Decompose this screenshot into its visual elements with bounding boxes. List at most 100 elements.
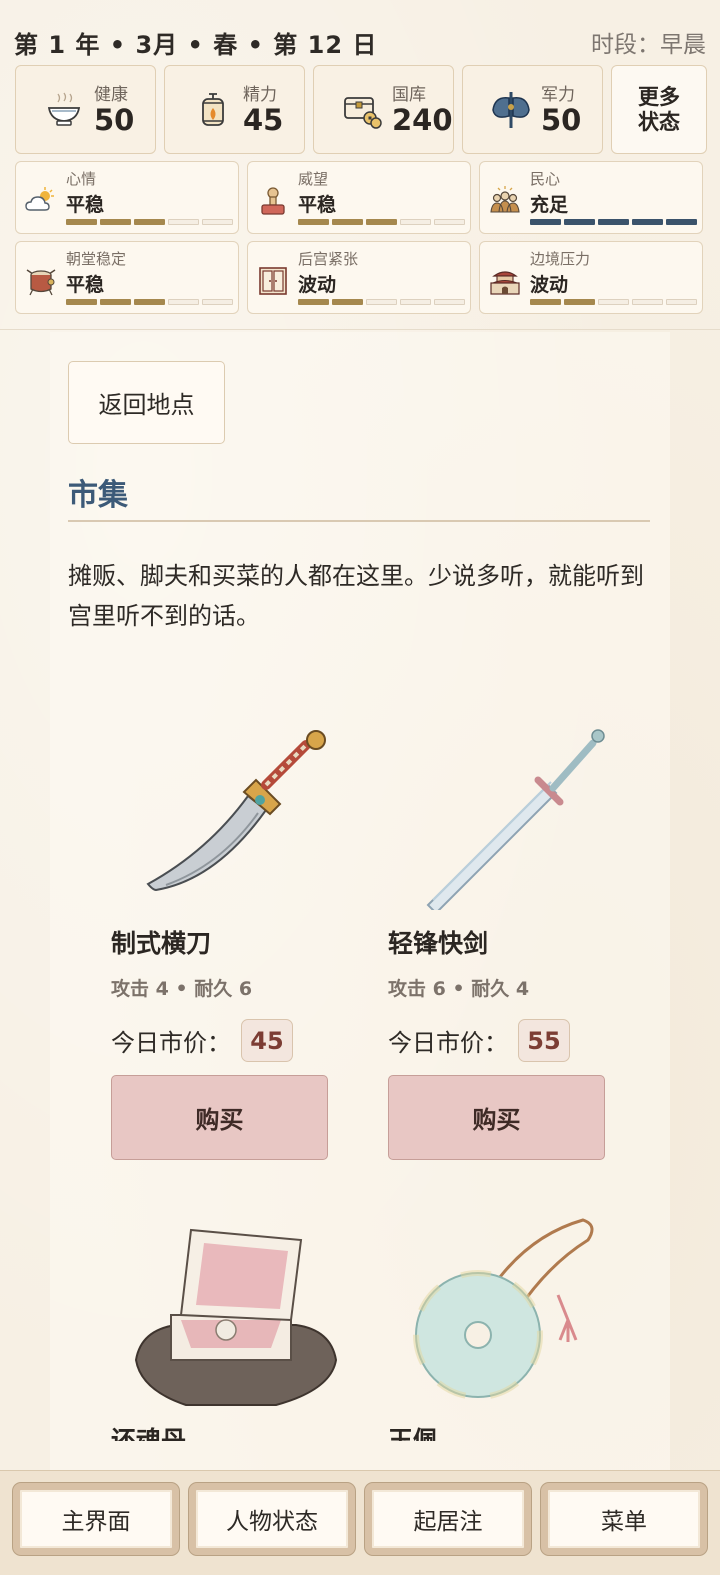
weather-icon xyxy=(24,184,58,218)
resource-energy[interactable]: 精力 45 xyxy=(164,65,305,154)
resource-label: 国库 xyxy=(392,84,426,105)
stat-bar-segment xyxy=(434,219,465,225)
stat-bar-segment xyxy=(66,219,97,225)
more-status-line2: 状态 xyxy=(638,109,680,134)
stat-level-bar xyxy=(66,299,233,305)
bowl-icon xyxy=(44,90,84,130)
stat-value: 平稳 xyxy=(66,274,105,296)
more-status-line1: 更多 xyxy=(638,84,680,109)
item-name: 还魂丹 xyxy=(111,1427,186,1441)
stat-value: 平稳 xyxy=(66,194,105,216)
treasury-chest-icon xyxy=(342,90,382,130)
title-divider xyxy=(68,520,650,522)
stat-bar-segment xyxy=(168,219,199,225)
date-bar: 第 1 年 • 3月 • 春 • 第 12 日 时段：早晨 xyxy=(14,26,706,59)
stat-harem-tension[interactable]: 后宫紧张 波动 xyxy=(247,241,471,314)
resource-label: 精力 xyxy=(243,84,277,105)
resource-value: 50 xyxy=(541,102,582,137)
return-location-button[interactable]: 返回地点 xyxy=(68,361,225,444)
sword-icon xyxy=(388,700,638,920)
time-period: 时段：早晨 xyxy=(591,32,706,58)
resource-health[interactable]: 健康 50 xyxy=(15,65,156,154)
seal-stamp-icon xyxy=(256,184,290,218)
stat-bar-segment xyxy=(530,219,561,225)
stat-prestige[interactable]: 威望 平稳 xyxy=(247,161,471,234)
stat-label: 威望 xyxy=(298,170,329,188)
saber-icon xyxy=(111,700,361,920)
stat-bar-segment xyxy=(202,219,233,225)
stat-value: 波动 xyxy=(530,274,569,296)
item-stats: 攻击 6 • 耐久 4 xyxy=(388,978,530,1000)
stat-bar-segment xyxy=(666,299,697,305)
stat-label: 后宫紧张 xyxy=(298,250,359,268)
stat-value: 波动 xyxy=(298,274,337,296)
fortress-icon xyxy=(488,264,522,298)
stat-bar-segment xyxy=(530,299,561,305)
location-title: 市集 xyxy=(68,478,128,513)
nav-main-screen[interactable]: 主界面 xyxy=(13,1483,179,1555)
stat-value: 充足 xyxy=(530,194,569,216)
stat-bar-segment xyxy=(332,299,363,305)
nav-daily-record[interactable]: 起居注 xyxy=(365,1483,531,1555)
shop-item-saber: 制式横刀 攻击 4 • 耐久 6 今日市价： 45 购买 xyxy=(111,700,361,1160)
stat-bar-segment xyxy=(134,299,165,305)
stat-public-support[interactable]: 民心 充足 xyxy=(479,161,703,234)
stat-bar-segment xyxy=(100,299,131,305)
resource-value: 240 xyxy=(392,102,453,137)
location-description: 摊贩、脚夫和买菜的人都在这里。少说多听，就能听到宫里听不到的话。 xyxy=(68,562,644,630)
item-name: 轻锋快剑 xyxy=(388,929,489,958)
game-date: 第 1 年 • 3月 • 春 • 第 12 日 xyxy=(14,30,378,59)
battle-axe-icon xyxy=(491,90,531,130)
resource-military[interactable]: 军力 50 xyxy=(462,65,603,154)
price-badge: 55 xyxy=(518,1019,570,1062)
jade-pendant-icon xyxy=(388,1205,638,1425)
stat-mood[interactable]: 心情 平稳 xyxy=(15,161,239,234)
more-status-button[interactable]: 更多 状态 xyxy=(611,65,707,154)
resource-value: 45 xyxy=(243,102,284,137)
resource-label: 健康 xyxy=(94,84,128,105)
stat-bar-segment xyxy=(666,219,697,225)
people-icon xyxy=(488,184,522,218)
item-name: 玉佩 xyxy=(388,1427,438,1441)
nav-menu[interactable]: 菜单 xyxy=(541,1483,707,1555)
item-price-row: 今日市价： 55 xyxy=(388,1019,638,1062)
bottom-nav: 主界面 人物状态 起居注 菜单 xyxy=(0,1470,720,1575)
stat-label: 心情 xyxy=(66,170,97,188)
nav-character-status[interactable]: 人物状态 xyxy=(189,1483,355,1555)
price-label: 今日市价： xyxy=(111,1029,231,1057)
palace-door-icon xyxy=(256,264,290,298)
stat-bar-segment xyxy=(134,219,165,225)
stat-grid: 心情 平稳 威望 平稳 民心 充足 朝堂稳定 平稳 后宫紧张 波动 边境压力 波… xyxy=(15,161,703,314)
stat-bar-segment xyxy=(564,219,595,225)
stat-level-bar xyxy=(298,299,465,305)
resource-row: 健康 50 精力 45 国库 240 军力 50 更多 状态 xyxy=(15,65,707,154)
status-header: 第 1 年 • 3月 • 春 • 第 12 日 时段：早晨 健康 50 精力 4… xyxy=(0,0,720,330)
stat-bar-segment xyxy=(564,299,595,305)
stat-bar-segment xyxy=(66,299,97,305)
stat-border-pressure[interactable]: 边境压力 波动 xyxy=(479,241,703,314)
shop-item-pill-box: 还魂丹 xyxy=(111,1205,361,1441)
pill-box-icon xyxy=(111,1205,361,1425)
shop-item-sword: 轻锋快剑 攻击 6 • 耐久 4 今日市价： 55 购买 xyxy=(388,700,638,1160)
stat-court-stability[interactable]: 朝堂稳定 平稳 xyxy=(15,241,239,314)
stat-bar-segment xyxy=(598,219,629,225)
stat-level-bar xyxy=(298,219,465,225)
resource-treasury[interactable]: 国库 240 xyxy=(313,65,454,154)
stat-bar-segment xyxy=(400,299,431,305)
stat-bar-segment xyxy=(434,299,465,305)
stat-level-bar xyxy=(530,219,697,225)
stat-label: 民心 xyxy=(530,170,561,188)
item-price-row: 今日市价： 45 xyxy=(111,1019,361,1062)
buy-button[interactable]: 购买 xyxy=(111,1075,328,1160)
stat-bar-segment xyxy=(598,299,629,305)
item-stats: 攻击 4 • 耐久 6 xyxy=(111,978,253,1000)
stat-bar-segment xyxy=(168,299,199,305)
stat-label: 朝堂稳定 xyxy=(66,250,127,268)
stat-bar-segment xyxy=(298,299,329,305)
buy-button[interactable]: 购买 xyxy=(388,1075,605,1160)
stat-bar-segment xyxy=(298,219,329,225)
price-label: 今日市价： xyxy=(388,1029,508,1057)
resource-value: 50 xyxy=(94,102,135,137)
resource-label: 军力 xyxy=(541,84,575,105)
stat-bar-segment xyxy=(366,219,397,225)
